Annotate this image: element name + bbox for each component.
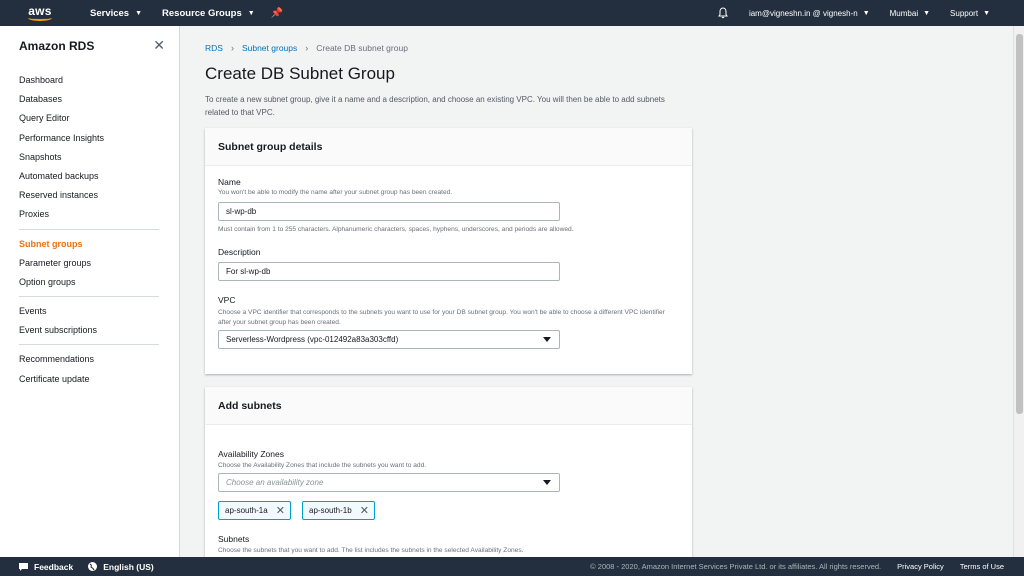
sidebar-item-query-editor[interactable]: Query Editor — [0, 109, 179, 128]
chevron-right-icon: › — [230, 43, 234, 53]
sidebar-item-snapshots[interactable]: Snapshots — [0, 148, 179, 167]
add-subnets-panel: Add subnets Availability Zones Choose th… — [205, 387, 692, 557]
remove-token-icon[interactable]: ✕ — [276, 504, 290, 517]
bell-icon — [718, 7, 728, 19]
name-hint: Must contain from 1 to 255 characters. A… — [218, 226, 574, 233]
support-menu[interactable]: Support ▼ — [940, 9, 1024, 18]
resource-groups-label: Resource Groups — [162, 7, 242, 19]
vpc-selected-value: Serverless-Wordpress (vpc-012492a83a303c… — [226, 335, 399, 344]
resource-groups-menu[interactable]: Resource Groups ▼ — [152, 8, 265, 19]
sidebar-item-events[interactable]: Events — [0, 302, 179, 321]
chevron-right-icon: › — [305, 43, 309, 53]
name-description: You won't be able to modify the name aft… — [218, 189, 453, 196]
footer: Feedback English (US) © 2008 - 2020, Ama… — [0, 557, 1024, 576]
sidebar-item-performance-insights[interactable]: Performance Insights — [0, 129, 179, 148]
language-label: English (US) — [103, 561, 154, 572]
panel-heading: Subnet group details — [205, 128, 692, 166]
vpc-label: VPC — [218, 295, 236, 305]
region-label: Mumbai — [889, 8, 919, 18]
pin-icon[interactable]: 📌 — [265, 8, 289, 19]
chevron-down-icon: ▼ — [247, 9, 255, 17]
remove-token-icon[interactable]: ✕ — [360, 504, 374, 517]
name-label: Name — [218, 177, 241, 187]
sidebar-title: Amazon RDS — [19, 39, 95, 53]
copyright-text: © 2008 - 2020, Amazon Internet Services … — [590, 562, 882, 571]
availability-zone-select[interactable]: Choose an availability zone — [218, 473, 560, 492]
sidebar-item-option-groups[interactable]: Option groups — [0, 273, 179, 292]
close-icon[interactable]: ✕ — [153, 37, 165, 54]
chevron-down-icon: ▼ — [862, 9, 870, 17]
vpc-description: Choose a VPC identifier that corresponds… — [218, 309, 665, 326]
az-token-label: ap-south-1a — [225, 506, 268, 515]
sidebar-item-event-subscriptions[interactable]: Event subscriptions — [0, 321, 179, 340]
sidebar-item-dashboard[interactable]: Dashboard — [0, 71, 179, 90]
description-input[interactable]: For sl-wp-db — [218, 262, 560, 281]
sidebar-item-reserved-instances[interactable]: Reserved instances — [0, 186, 179, 205]
subnets-label: Subnets — [218, 534, 250, 544]
language-selector[interactable]: English (US) — [87, 561, 154, 572]
panel-heading: Add subnets — [205, 387, 692, 425]
services-label: Services — [90, 7, 130, 19]
sidebar-divider — [19, 344, 159, 346]
subnets-description: Choose the subnets that you want to add.… — [218, 547, 524, 554]
breadcrumb: RDS › Subnet groups › Create DB subnet g… — [205, 43, 408, 53]
breadcrumb-current: Create DB subnet group — [316, 43, 408, 53]
subnet-group-details-panel: Subnet group details Name You won't be a… — [205, 128, 692, 374]
scrollbar-thumb[interactable] — [1016, 34, 1023, 414]
chevron-down-icon: ▼ — [983, 9, 990, 17]
notifications-button[interactable] — [707, 7, 739, 19]
sidebar-divider — [19, 228, 159, 230]
az-token: ap-south-1b ✕ — [302, 501, 375, 520]
sidebar-item-databases[interactable]: Databases — [0, 90, 179, 109]
account-menu[interactable]: iam@vigneshn.in @ vignesh-n ▼ — [739, 9, 880, 18]
sidebar: Amazon RDS ✕ Dashboard Databases Query E… — [0, 26, 180, 557]
availability-zones-description: Choose the Availability Zones that inclu… — [218, 462, 427, 469]
account-label: iam@vigneshn.in @ vignesh-n — [748, 8, 858, 18]
top-navigation-bar: aws Services ▼ Resource Groups ▼ 📌 iam@v… — [0, 0, 1024, 26]
caret-down-icon — [543, 337, 551, 342]
chevron-down-icon: ▼ — [135, 9, 143, 17]
name-input[interactable]: sl-wp-db — [218, 202, 560, 221]
aws-smile-icon — [28, 15, 52, 21]
sidebar-header: Amazon RDS ✕ — [0, 26, 179, 66]
description-label: Description — [218, 247, 261, 257]
support-label: Support — [950, 8, 979, 18]
nav-right-group: iam@vigneshn.in @ vignesh-n ▼ Mumbai ▼ S… — [707, 0, 1024, 26]
vpc-select[interactable]: Serverless-Wordpress (vpc-012492a83a303c… — [218, 330, 560, 349]
page-title: Create DB Subnet Group — [205, 64, 395, 83]
footer-left: Feedback English (US) — [0, 561, 154, 572]
chat-bubble-icon — [19, 562, 28, 571]
chevron-down-icon: ▼ — [923, 9, 931, 17]
page-scrollbar[interactable] — [1013, 26, 1024, 557]
breadcrumb-subnet-groups[interactable]: Subnet groups — [242, 43, 297, 53]
footer-right: © 2008 - 2020, Amazon Internet Services … — [590, 562, 1024, 571]
privacy-policy-link[interactable]: Privacy Policy — [897, 562, 944, 571]
sidebar-item-recommendations[interactable]: Recommendations — [0, 350, 179, 369]
page-intro: To create a new subnet group, give it a … — [205, 95, 665, 117]
aws-logo[interactable]: aws — [0, 0, 80, 26]
region-menu[interactable]: Mumbai ▼ — [880, 9, 940, 18]
sidebar-nav: Dashboard Databases Query Editor Perform… — [0, 66, 179, 389]
globe-icon — [88, 562, 98, 571]
sidebar-item-certificate-update[interactable]: Certificate update — [0, 370, 179, 389]
feedback-label: Feedback — [34, 561, 74, 572]
services-menu[interactable]: Services ▼ — [80, 8, 152, 19]
az-token-label: ap-south-1b — [309, 506, 352, 515]
sidebar-item-parameter-groups[interactable]: Parameter groups — [0, 254, 179, 273]
sidebar-item-automated-backups[interactable]: Automated backups — [0, 167, 179, 186]
feedback-button[interactable]: Feedback — [18, 562, 73, 572]
main-content: RDS › Subnet groups › Create DB subnet g… — [181, 26, 1013, 557]
az-token: ap-south-1a ✕ — [218, 501, 291, 520]
terms-of-use-link[interactable]: Terms of Use — [960, 562, 1004, 571]
sidebar-item-proxies[interactable]: Proxies — [0, 205, 179, 224]
caret-down-icon — [543, 480, 551, 485]
availability-zones-label: Availability Zones — [218, 449, 284, 459]
availability-zone-placeholder: Choose an availability zone — [226, 478, 324, 487]
breadcrumb-rds[interactable]: RDS — [205, 43, 223, 53]
sidebar-item-subnet-groups[interactable]: Subnet groups — [0, 235, 179, 254]
sidebar-divider — [19, 296, 159, 298]
